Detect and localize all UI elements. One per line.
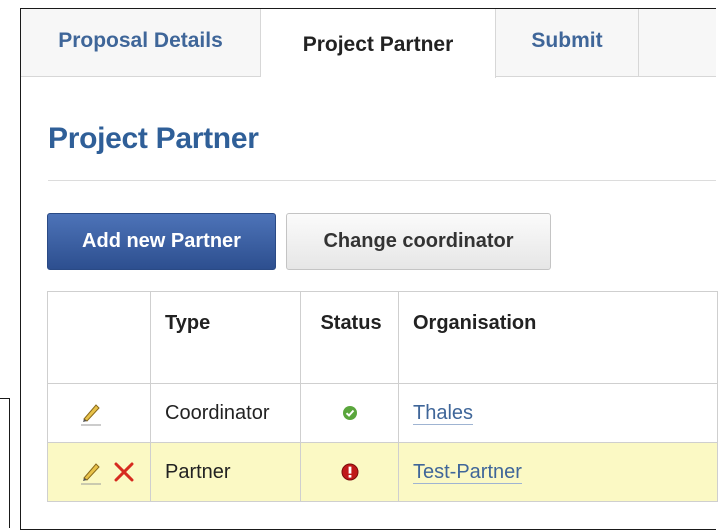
status-cell bbox=[300, 383, 399, 443]
cell-type: Partner bbox=[150, 442, 301, 502]
add-new-partner-button[interactable]: Add new Partner bbox=[47, 213, 276, 270]
tab-label: Project Partner bbox=[302, 33, 454, 56]
change-coordinator-button[interactable]: Change coordinator bbox=[286, 213, 551, 270]
status-cell bbox=[300, 442, 399, 502]
cell-organisation: Thales bbox=[398, 383, 718, 443]
tab-submit[interactable]: Submit bbox=[496, 9, 639, 77]
tab-bar: Proposal Details Project Partner Submit bbox=[21, 9, 716, 78]
delete-x-icon[interactable] bbox=[113, 461, 135, 483]
organisation-link[interactable]: Test-Partner bbox=[413, 460, 522, 484]
header-status: Status bbox=[300, 291, 399, 384]
title-divider bbox=[48, 180, 716, 181]
status-warning-icon bbox=[341, 463, 359, 481]
header-type: Type bbox=[150, 291, 301, 384]
table-row: Partner Test-Partner bbox=[47, 442, 718, 502]
tab-project-partner[interactable]: Project Partner bbox=[261, 9, 496, 78]
status-ok-icon bbox=[342, 405, 358, 421]
table-row: Coordinator Thales bbox=[47, 383, 718, 443]
table-header-row: Type Status Organisation bbox=[47, 291, 718, 384]
header-actions bbox=[47, 291, 151, 384]
cell-organisation: Test-Partner bbox=[398, 442, 718, 502]
pencil-icon[interactable] bbox=[79, 400, 103, 426]
page-title: Project Partner bbox=[48, 122, 259, 155]
organisation-link[interactable]: Thales bbox=[413, 401, 474, 425]
header-organisation: Organisation bbox=[398, 291, 718, 384]
tab-label: Submit bbox=[531, 29, 603, 52]
background-frame-edge bbox=[0, 398, 10, 528]
cell-type: Coordinator bbox=[150, 383, 301, 443]
tab-label: Proposal Details bbox=[58, 29, 223, 52]
pencil-icon[interactable] bbox=[79, 459, 103, 485]
tab-proposal-details[interactable]: Proposal Details bbox=[21, 9, 261, 77]
partner-table: Type Status Organisation Coordinator Tha… bbox=[47, 291, 718, 502]
row-actions bbox=[47, 383, 151, 443]
row-actions bbox=[47, 442, 151, 502]
